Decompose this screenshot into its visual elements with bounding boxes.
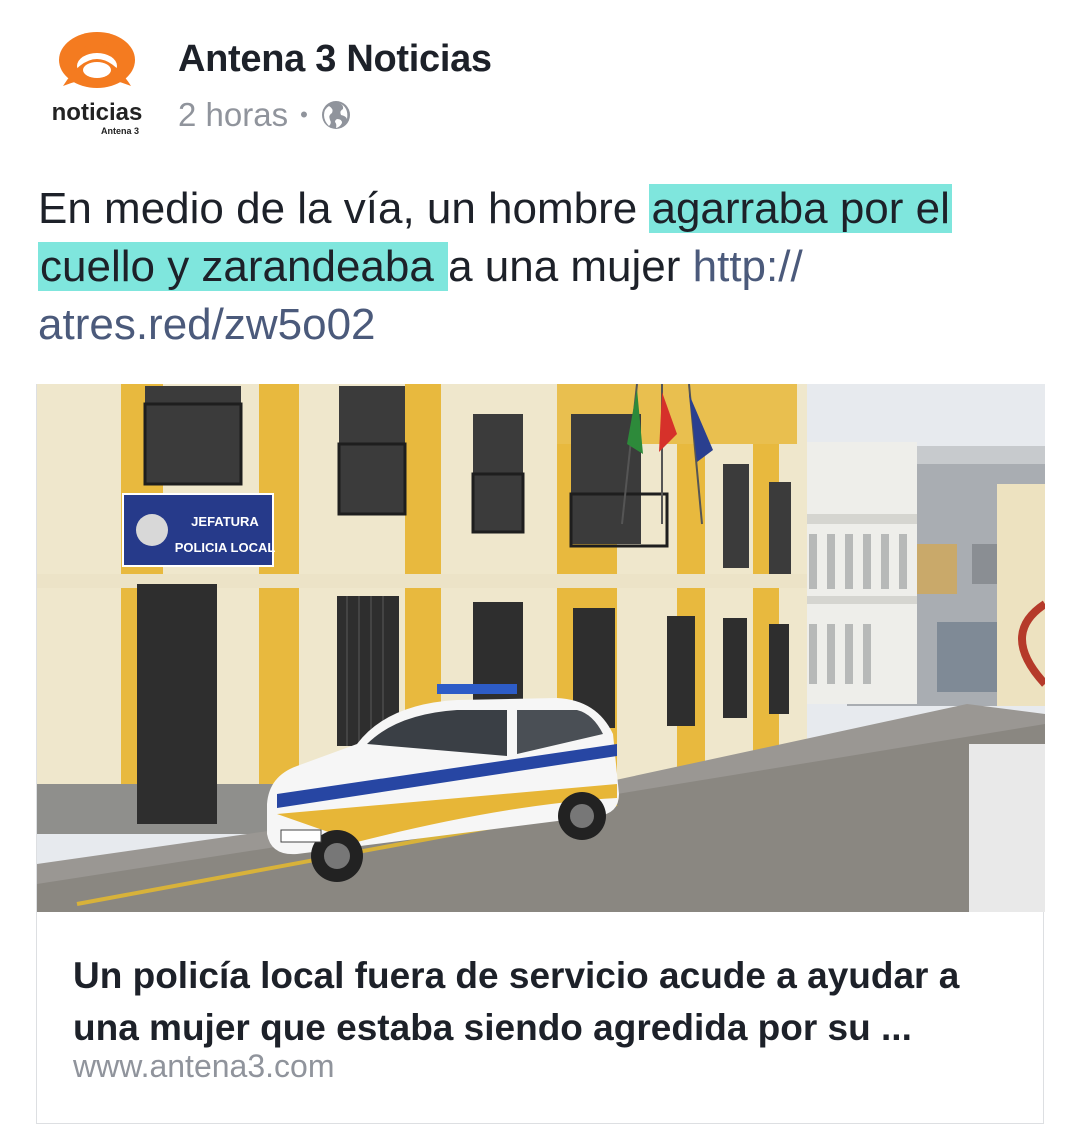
highlighted-text: cuello y zarandeaba — [38, 242, 449, 291]
link-preview-image[interactable]: JEFATURA POLICIA LOCAL — [37, 384, 1045, 912]
link-preview-domain: www.antena3.com — [73, 1048, 335, 1084]
post-message: En medio de la vía, un hombre agarraba p… — [38, 180, 1048, 354]
antena3-logo-icon: noticias Antena 3 — [52, 32, 143, 136]
svg-text:noticias: noticias — [52, 99, 143, 126]
highlighted-text: agarraba por el — [649, 184, 952, 233]
svg-text:Antena 3: Antena 3 — [101, 126, 139, 136]
page-name-link[interactable]: Antena 3 Noticias — [178, 38, 492, 81]
post-text-part: En medio de la vía, un hombre — [38, 184, 650, 233]
post-header: noticias Antena 3 Antena 3 Noticias 2 ho… — [0, 0, 1080, 150]
globe-icon — [320, 99, 352, 131]
meta-separator: • — [300, 102, 308, 127]
link-preview-title[interactable]: Un policía local fuera de servicio acude… — [73, 950, 1013, 1054]
post-meta: 2 horas • — [178, 96, 352, 134]
link-preview-card[interactable]: JEFATURA POLICIA LOCAL Un policía local … — [36, 384, 1045, 1124]
post-text-part: a una mujer — [448, 242, 693, 291]
post-timestamp[interactable]: 2 horas — [178, 96, 288, 134]
svg-text:JEFATURA: JEFATURA — [191, 514, 259, 529]
page-avatar[interactable]: noticias Antena 3 — [38, 28, 156, 138]
svg-text:POLICIA LOCAL: POLICIA LOCAL — [175, 540, 276, 555]
